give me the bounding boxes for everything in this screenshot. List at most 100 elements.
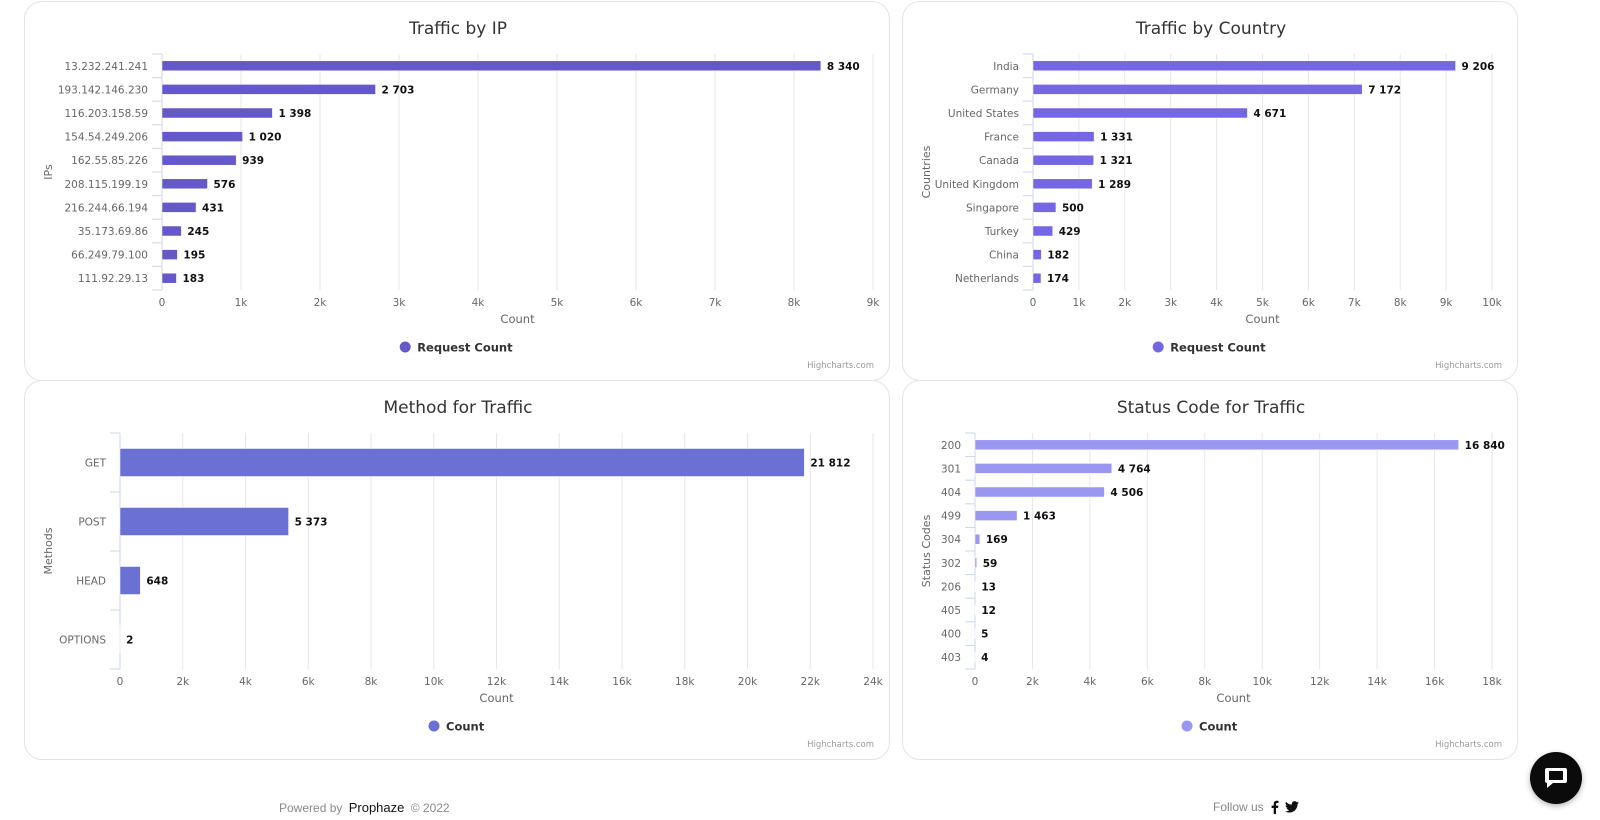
category-label: 35.173.69.86 <box>78 226 148 238</box>
data-label: 4 764 <box>1118 463 1151 475</box>
data-label: 12 <box>981 605 996 617</box>
data-label: 5 373 <box>295 517 328 529</box>
bar[interactable] <box>974 486 1105 498</box>
category-label: GET <box>85 458 107 470</box>
bar[interactable] <box>974 463 1113 474</box>
data-label: 16 840 <box>1465 440 1505 452</box>
bar[interactable] <box>161 178 208 190</box>
bar[interactable] <box>1032 84 1363 95</box>
category-label: HEAD <box>76 576 106 588</box>
credits-link[interactable]: Highcharts.com <box>1435 361 1502 371</box>
data-label: 13 <box>981 581 996 593</box>
x-tick-label: 3k <box>1164 297 1178 309</box>
category-label: 111.92.29.13 <box>78 273 148 285</box>
bar[interactable] <box>974 533 981 545</box>
data-label: 4 506 <box>1110 487 1143 499</box>
data-label: 174 <box>1047 273 1069 285</box>
bar[interactable] <box>161 272 177 284</box>
legend-symbol <box>428 720 440 732</box>
x-tick-label: 7k <box>1348 297 1362 309</box>
x-tick-label: 2k <box>1118 297 1132 309</box>
x-tick-label: 3k <box>393 297 407 309</box>
bar[interactable] <box>119 448 805 477</box>
x-tick-label: 1k <box>1073 297 1087 309</box>
category-label: 403 <box>941 652 961 664</box>
legend-item[interactable]: Count <box>428 720 485 734</box>
x-tick-label: 0 <box>159 297 166 309</box>
data-label: 7 172 <box>1368 84 1401 96</box>
chart-card-traffic-by-country: Traffic by Country 0 1k 2k 3k 4k 5k 6k 7k 8k 9k 10k… <box>902 1 1518 381</box>
category-label: Germany <box>971 84 1019 96</box>
legend-item[interactable]: Request Count <box>399 341 513 355</box>
bar[interactable] <box>1032 272 1042 284</box>
category-label: Turkey <box>984 226 1019 238</box>
data-label: 1 331 <box>1100 132 1133 144</box>
bar[interactable] <box>1032 60 1456 72</box>
legend-symbol <box>1152 341 1164 353</box>
data-label: 576 <box>214 179 236 191</box>
bar[interactable] <box>1032 178 1093 190</box>
category-label: 66.249.79.100 <box>71 250 148 262</box>
x-tick-label: 6k <box>1302 297 1316 309</box>
twitter-icon[interactable] <box>1284 801 1299 813</box>
legend-item[interactable]: Count <box>1181 720 1238 734</box>
bar[interactable] <box>1032 107 1248 119</box>
category-label: 302 <box>941 558 961 570</box>
data-label: 4 <box>981 652 988 664</box>
data-label: 1 321 <box>1100 155 1133 167</box>
x-tick-label: 8k <box>788 297 802 309</box>
bar[interactable] <box>119 507 289 536</box>
chat-button[interactable] <box>1530 752 1582 804</box>
bar[interactable] <box>974 439 1459 451</box>
bar[interactable] <box>1032 202 1057 213</box>
bar[interactable] <box>1032 225 1053 237</box>
brand-link[interactable]: Prophaze <box>349 800 405 815</box>
x-tick-label: 9k <box>1440 297 1454 309</box>
x-tick-label: 22k <box>801 676 821 688</box>
category-label: 193.142.146.230 <box>58 84 148 96</box>
credits-link[interactable]: Highcharts.com <box>807 361 874 371</box>
x-tick-label: 18k <box>1482 676 1502 688</box>
bar[interactable] <box>161 154 237 166</box>
bar[interactable] <box>119 566 141 595</box>
x-tick-label: 5k <box>551 297 565 309</box>
x-tick-label: 10k <box>1252 676 1272 688</box>
bar[interactable] <box>161 249 178 260</box>
chart-traffic-by-country: Traffic by Country 0 1k 2k 3k 4k 5k 6k 7k 8k 9k 10k… <box>920 19 1503 371</box>
credits-link[interactable]: Highcharts.com <box>1435 740 1502 750</box>
category-label: 162.55.85.226 <box>71 155 148 167</box>
bar[interactable] <box>161 84 376 95</box>
x-tick-label: 4k <box>472 297 486 309</box>
bar[interactable] <box>161 202 197 213</box>
bar[interactable] <box>161 60 822 72</box>
data-label: 1 020 <box>249 132 282 144</box>
category-label: Singapore <box>966 202 1019 214</box>
data-label: 5 <box>981 629 988 641</box>
bar[interactable] <box>974 510 1018 521</box>
bar[interactable] <box>974 557 977 569</box>
legend-item[interactable]: Request Count <box>1152 341 1266 355</box>
bar[interactable] <box>161 107 273 119</box>
category-label: France <box>984 132 1019 144</box>
credits-link[interactable]: Highcharts.com <box>807 740 874 750</box>
bar[interactable] <box>161 131 243 142</box>
x-tick-label: 20k <box>738 676 758 688</box>
x-tick-label: 6k <box>1141 676 1155 688</box>
x-tick-label: 10k <box>424 676 444 688</box>
x-tick-label: 0 <box>117 676 124 688</box>
legend-label: Count <box>446 720 485 734</box>
data-label: 2 703 <box>382 84 415 96</box>
bar[interactable] <box>1032 154 1094 166</box>
chart-card-status-code-for-traffic: Status Code for Traffic 0 2k 4k 6k 8k 10k 12k 14… <box>902 380 1518 760</box>
bar[interactable] <box>1032 249 1042 260</box>
bar[interactable] <box>161 225 182 237</box>
facebook-icon[interactable] <box>1270 800 1279 814</box>
x-tick-label: 4k <box>1210 297 1224 309</box>
data-label: 195 <box>183 250 205 262</box>
data-label: 9 206 <box>1462 61 1495 73</box>
data-label: 183 <box>182 273 204 285</box>
category-label: 216.244.66.194 <box>65 202 149 214</box>
category-label: POST <box>78 517 106 529</box>
chart-title: Method for Traffic <box>383 398 532 418</box>
bar[interactable] <box>1032 131 1095 142</box>
